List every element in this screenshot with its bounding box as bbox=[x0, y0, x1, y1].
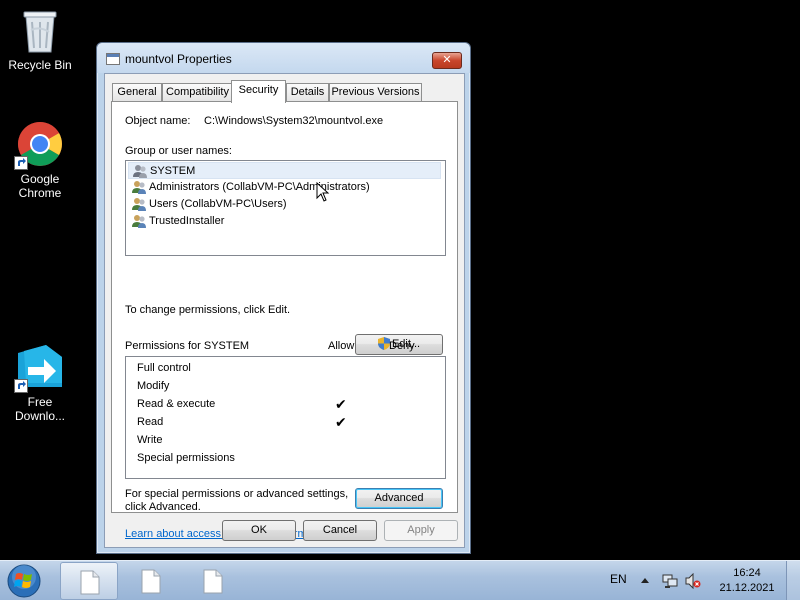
desktop-icon-label: Google Chrome bbox=[18, 172, 62, 200]
language-indicator[interactable]: EN bbox=[610, 572, 627, 586]
window-icon bbox=[106, 53, 120, 65]
system-clock[interactable]: 16:24 21.12.2021 bbox=[716, 566, 778, 596]
permission-row-special: Special permissions bbox=[137, 449, 235, 467]
permission-row-write: Write bbox=[137, 431, 162, 449]
security-tab-panel: Object name: C:\Windows\System32\mountvo… bbox=[111, 101, 458, 513]
list-item-system[interactable]: SYSTEM bbox=[128, 162, 441, 179]
properties-window: mountvol Properties ✕ General Compatibil… bbox=[96, 42, 471, 554]
desktop-icon-label: Recycle Bin bbox=[8, 58, 72, 72]
list-item-label: TrustedInstaller bbox=[149, 215, 225, 227]
document-icon bbox=[80, 570, 100, 595]
ok-button[interactable]: OK bbox=[222, 520, 296, 541]
taskbar-item-1[interactable] bbox=[60, 562, 118, 600]
volume-muted-icon[interactable] bbox=[685, 573, 701, 589]
permission-label: Modify bbox=[137, 380, 170, 392]
list-item-users[interactable]: Users (CollabVM-PC\Users) bbox=[128, 196, 441, 213]
user-group-icon bbox=[132, 198, 146, 211]
cancel-button[interactable]: Cancel bbox=[303, 520, 377, 541]
allow-checkmark-icon: ✔ bbox=[335, 414, 347, 430]
close-button[interactable]: ✕ bbox=[432, 52, 462, 69]
window-title: mountvol Properties bbox=[125, 52, 232, 66]
start-button[interactable] bbox=[4, 563, 44, 599]
dialog-client-area: General Compatibility Security Details P… bbox=[104, 73, 465, 548]
apply-button[interactable]: Apply bbox=[384, 520, 458, 541]
download-manager-icon bbox=[14, 343, 64, 393]
desktop-icon-google-chrome[interactable]: Google Chrome bbox=[2, 120, 78, 200]
permission-label: Read bbox=[137, 416, 164, 428]
tab-general[interactable]: General bbox=[112, 83, 162, 102]
group-names-list[interactable]: SYSTEM Administrators (CollabVM-PC\Admin… bbox=[125, 160, 446, 256]
object-name-label: Object name: bbox=[125, 115, 191, 127]
allow-column-header: Allow bbox=[328, 340, 355, 352]
change-permissions-text: To change permissions, click Edit. bbox=[125, 304, 291, 316]
permission-row-modify: Modify bbox=[137, 377, 169, 395]
tab-previous-versions[interactable]: Previous Versions bbox=[329, 83, 422, 102]
list-item-administrators[interactable]: Administrators (CollabVM-PC\Administrato… bbox=[128, 179, 441, 196]
user-group-icon bbox=[133, 165, 147, 178]
clock-time: 16:24 bbox=[733, 567, 761, 579]
show-desktop-button[interactable] bbox=[786, 561, 800, 600]
permission-row-full-control: Full control bbox=[137, 359, 191, 377]
user-group-icon bbox=[132, 215, 146, 228]
network-icon[interactable] bbox=[662, 573, 678, 589]
windows-logo-icon bbox=[7, 564, 41, 598]
tab-compatibility[interactable]: Compatibility bbox=[162, 83, 233, 102]
permissions-list[interactable]: Full control Modify Read & execute ✔ Rea… bbox=[125, 356, 446, 479]
mouse-cursor-icon bbox=[316, 182, 330, 202]
permission-label: Full control bbox=[137, 362, 191, 374]
permissions-for-label: Permissions for SYSTEM bbox=[125, 340, 250, 352]
list-item-trustedinstaller[interactable]: TrustedInstaller bbox=[128, 213, 441, 230]
list-item-label: Administrators (CollabVM-PC\Administrato… bbox=[149, 181, 370, 193]
list-item-label: SYSTEM bbox=[150, 165, 196, 177]
recycle-bin-icon bbox=[22, 8, 58, 54]
taskbar-item-2[interactable] bbox=[122, 562, 180, 600]
desktop-icon-label: Free Downlo... bbox=[14, 395, 66, 423]
object-name-value: C:\Windows\System32\mountvol.exe bbox=[204, 115, 384, 127]
permission-row-read: Read bbox=[137, 413, 163, 431]
taskbar-item-3[interactable] bbox=[184, 562, 242, 600]
permission-label: Write bbox=[137, 434, 163, 446]
deny-column-header: Deny bbox=[389, 340, 415, 352]
permission-label: Read & execute bbox=[137, 398, 216, 410]
tab-security[interactable]: Security bbox=[231, 80, 286, 103]
permission-label: Special permissions bbox=[137, 452, 235, 464]
taskbar: EN 16:24 21.12.2021 bbox=[0, 560, 800, 600]
show-hidden-icons-icon[interactable] bbox=[641, 573, 649, 587]
list-item-label: Users (CollabVM-PC\Users) bbox=[149, 198, 287, 210]
user-group-icon bbox=[132, 181, 146, 194]
title-bar[interactable]: mountvol Properties ✕ bbox=[97, 43, 470, 73]
clock-date: 21.12.2021 bbox=[719, 582, 775, 594]
shortcut-arrow-icon bbox=[14, 156, 28, 170]
advanced-help-text-line1: For special permissions or advanced sett… bbox=[125, 488, 349, 500]
tab-details[interactable]: Details bbox=[286, 83, 329, 102]
document-icon bbox=[141, 569, 161, 594]
desktop-icon-recycle-bin[interactable]: Recycle Bin bbox=[2, 8, 78, 72]
group-names-label: Group or user names: bbox=[125, 145, 232, 157]
allow-checkmark-icon: ✔ bbox=[335, 396, 347, 412]
permission-row-read-execute: Read & execute bbox=[137, 395, 215, 413]
desktop-icon-free-download[interactable]: Free Downlo... bbox=[2, 343, 78, 423]
advanced-button[interactable]: Advanced bbox=[355, 488, 443, 509]
shortcut-arrow-icon bbox=[14, 379, 28, 393]
chrome-icon bbox=[14, 120, 64, 170]
advanced-help-text-line2: click Advanced. bbox=[125, 501, 201, 513]
document-icon bbox=[203, 569, 223, 594]
